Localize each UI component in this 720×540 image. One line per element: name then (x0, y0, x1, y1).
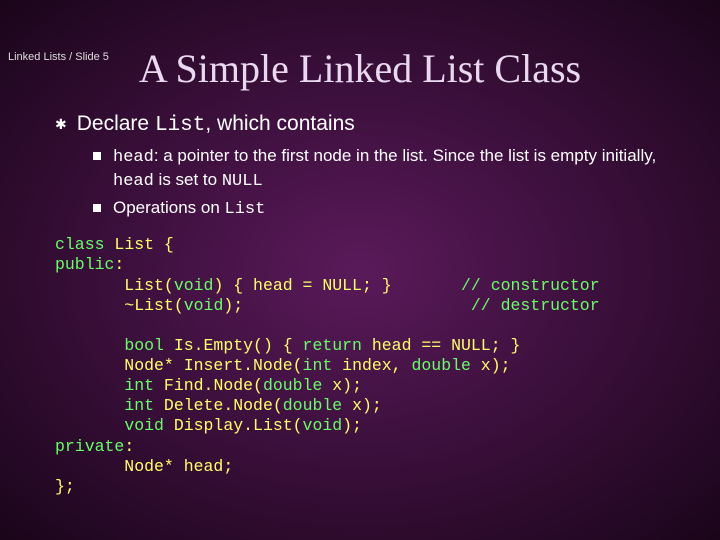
text-part: is set to (154, 170, 222, 189)
code-inline: List (155, 114, 205, 137)
keyword: int (303, 356, 333, 375)
slide-content: ✱ Declare List, which contains head: a p… (0, 112, 720, 497)
keyword: class (55, 235, 105, 254)
code-text: Display.List( (164, 416, 303, 435)
code-text: Find.Node( (154, 376, 263, 395)
code-text: ); (342, 416, 362, 435)
code-text: Is.Empty() { (164, 336, 303, 355)
keyword: int (124, 396, 154, 415)
keyword: double (263, 376, 322, 395)
code-text: index, (332, 356, 411, 375)
sub-bullet-text: head: a pointer to the first node in the… (113, 145, 665, 193)
keyword: double (411, 356, 470, 375)
code-text: x); (342, 396, 382, 415)
code-text: : (114, 255, 124, 274)
code-text: head == NULL; } (362, 336, 520, 355)
code-text (55, 396, 124, 415)
sub-bullet: head: a pointer to the first node in the… (93, 145, 665, 193)
keyword: return (303, 336, 362, 355)
sub-bullet-list: head: a pointer to the first node in the… (93, 145, 665, 221)
code-inline: NULL (222, 172, 263, 191)
code-text: : (124, 437, 134, 456)
keyword: void (303, 416, 343, 435)
code-text: List { (105, 235, 174, 254)
sub-bullet-text: Operations on List (113, 197, 265, 221)
code-text: List( (55, 276, 174, 295)
code-text (55, 416, 124, 435)
star-icon: ✱ (55, 116, 67, 133)
code-text (55, 336, 124, 355)
code-inline: List (225, 200, 266, 219)
keyword: bool (124, 336, 164, 355)
code-text: ); (223, 296, 471, 315)
keyword: void (124, 416, 164, 435)
code-block: class List { public: List(void) { head =… (55, 235, 665, 497)
code-text: }; (55, 477, 75, 496)
text-part: : a pointer to the first node in the lis… (154, 146, 656, 165)
code-text: Node* head; (55, 457, 233, 476)
code-text: x); (471, 356, 511, 375)
code-text: ~List( (55, 296, 184, 315)
code-inline: head (113, 172, 154, 191)
square-icon (93, 152, 101, 160)
slide-header: Linked Lists / Slide 5 (8, 51, 109, 63)
code-text (55, 376, 124, 395)
keyword: double (283, 396, 342, 415)
comment: // constructor (461, 276, 600, 295)
keyword: public (55, 255, 114, 274)
square-icon (93, 204, 101, 212)
code-text: Delete.Node( (154, 396, 283, 415)
main-bullet-text: Declare List, which contains (77, 112, 355, 137)
code-inline: head (113, 148, 154, 167)
sub-bullet: Operations on List (93, 197, 665, 221)
text-part: Operations on (113, 198, 225, 217)
main-bullet: ✱ Declare List, which contains (55, 112, 665, 137)
keyword: int (124, 376, 154, 395)
text-part: , which contains (205, 112, 354, 135)
code-text: ) { head = NULL; } (213, 276, 461, 295)
code-text: Node* Insert.Node( (55, 356, 303, 375)
text-part: Declare (77, 112, 155, 135)
keyword: void (174, 276, 214, 295)
keyword: private (55, 437, 124, 456)
code-text: x); (322, 376, 362, 395)
keyword: void (184, 296, 224, 315)
comment: // destructor (471, 296, 600, 315)
